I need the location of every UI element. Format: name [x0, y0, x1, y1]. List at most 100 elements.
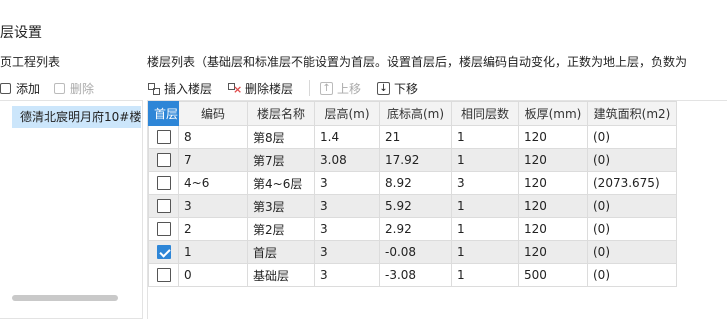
first-floor-checkbox[interactable] [156, 176, 171, 191]
horizontal-scrollbar[interactable] [12, 295, 118, 301]
floor-table-header-row: 首层 编码 楼层名称 层高(m) 底标高(m) 相同层数 板厚(mm) 建筑面积… [148, 101, 677, 126]
bottom-elevation-cell[interactable]: 17.92 [379, 148, 452, 172]
height-cell[interactable]: 3 [314, 194, 380, 218]
name-cell[interactable]: 第8层 [247, 125, 315, 149]
same-count-cell[interactable]: 1 [451, 263, 519, 287]
slab-thickness-cell[interactable]: 500 [518, 263, 588, 287]
project-list-item[interactable]: 德清北宸明月府10#楼 [12, 106, 141, 128]
project-list-header: 页工程列表 [0, 55, 61, 69]
delete-project-button[interactable]: 删除 [54, 80, 94, 97]
table-row[interactable]: 8 第8层 1.4 21 1 120 (0) [148, 125, 677, 149]
height-cell[interactable]: 3 [314, 217, 380, 241]
building-area-cell[interactable]: (0) [587, 125, 677, 149]
add-project-button[interactable]: 添加 [0, 80, 40, 97]
first-floor-checkbox[interactable] [156, 153, 171, 168]
height-cell[interactable]: 1.4 [314, 125, 380, 149]
table-row[interactable]: 0 基础层 3 -3.08 1 500 (0) [148, 263, 677, 287]
building-area-cell[interactable]: (0) [587, 217, 677, 241]
column-header-bottom-elevation[interactable]: 底标高(m) [379, 101, 452, 126]
name-cell[interactable]: 第3层 [247, 194, 315, 218]
arrow-up-icon: ↑ [320, 81, 334, 95]
column-header-building-area[interactable]: 建筑面积(m2) [587, 101, 677, 126]
slab-thickness-cell[interactable]: 120 [518, 171, 588, 195]
code-cell[interactable]: 1 [178, 240, 248, 264]
first-floor-checkbox[interactable] [156, 222, 171, 237]
same-count-cell[interactable]: 1 [451, 148, 519, 172]
slab-thickness-cell[interactable]: 120 [518, 194, 588, 218]
code-cell[interactable]: 0 [178, 263, 248, 287]
bottom-elevation-cell[interactable]: 8.92 [379, 171, 452, 195]
building-area-cell[interactable]: (0) [587, 263, 677, 287]
trash-icon [54, 82, 66, 94]
bottom-elevation-cell[interactable]: 2.92 [379, 217, 452, 241]
floor-list-header: 楼层列表（基础层和标准层不能设置为首层。设置首层后，楼层编码自动变化，正数为地上… [147, 55, 688, 69]
first-floor-checkbox[interactable] [156, 268, 171, 283]
same-count-cell[interactable]: 1 [451, 125, 519, 149]
column-header-same-count[interactable]: 相同层数 [451, 101, 519, 126]
bottom-elevation-cell[interactable]: 21 [379, 125, 452, 149]
code-cell[interactable]: 7 [178, 148, 248, 172]
same-count-cell[interactable]: 1 [451, 217, 519, 241]
code-cell[interactable]: 8 [178, 125, 248, 149]
first-floor-cell [148, 125, 179, 149]
height-cell[interactable]: 3.08 [314, 148, 380, 172]
dialog-title: 层设置 [0, 25, 42, 41]
add-icon [0, 82, 11, 94]
column-header-first-floor[interactable]: 首层 [148, 101, 179, 126]
slab-thickness-cell[interactable]: 120 [518, 148, 588, 172]
same-count-cell[interactable]: 1 [451, 194, 519, 218]
building-area-cell[interactable]: (0) [587, 194, 677, 218]
name-cell[interactable]: 首层 [247, 240, 315, 264]
code-cell[interactable]: 4~6 [178, 171, 248, 195]
toolbar-divider [309, 80, 311, 96]
same-count-cell[interactable]: 3 [451, 171, 519, 195]
floor-table-container: 首层 编码 楼层名称 层高(m) 底标高(m) 相同层数 板厚(mm) 建筑面积… [147, 100, 727, 319]
floor-toolbar: 插入楼层 删除楼层 ↑ 上移 ↓ 下移 [147, 77, 434, 99]
move-down-button[interactable]: ↓ 下移 [377, 80, 426, 97]
project-list: 德清北宸明月府10#楼 [0, 100, 143, 319]
first-floor-checkbox[interactable] [156, 130, 171, 145]
name-cell[interactable]: 第4~6层 [247, 171, 315, 195]
table-row[interactable]: 7 第7层 3.08 17.92 1 120 (0) [148, 148, 677, 172]
first-floor-cell [148, 148, 179, 172]
insert-floor-label: 插入楼层 [164, 81, 213, 96]
table-row[interactable]: 2 第2层 3 2.92 1 120 (0) [148, 217, 677, 241]
first-floor-checkbox[interactable] [156, 199, 171, 214]
arrow-down-icon: ↓ [377, 81, 391, 95]
name-cell[interactable]: 第7层 [247, 148, 315, 172]
first-floor-cell [148, 217, 179, 241]
code-cell[interactable]: 3 [178, 194, 248, 218]
column-header-code[interactable]: 编码 [178, 101, 248, 126]
move-up-button[interactable]: ↑ 上移 [320, 80, 369, 97]
slab-thickness-cell[interactable]: 120 [518, 125, 588, 149]
delete-floor-button[interactable]: 删除楼层 [228, 80, 301, 97]
building-area-cell[interactable]: (0) [587, 240, 677, 264]
bottom-elevation-cell[interactable]: -3.08 [379, 263, 452, 287]
column-header-height[interactable]: 层高(m) [314, 101, 380, 126]
first-floor-cell [148, 240, 179, 264]
code-cell[interactable]: 2 [178, 217, 248, 241]
height-cell[interactable]: 3 [314, 263, 380, 287]
table-row[interactable]: 1 首层 3 -0.08 1 120 (0) [148, 240, 677, 264]
first-floor-checkbox[interactable] [156, 245, 171, 260]
insert-floor-button[interactable]: 插入楼层 [147, 80, 220, 97]
column-header-name[interactable]: 楼层名称 [247, 101, 315, 126]
name-cell[interactable]: 第2层 [247, 217, 315, 241]
project-toolbar: 添加 删除 [0, 77, 143, 99]
building-area-cell[interactable]: (2073.675) [587, 171, 677, 195]
first-floor-cell [148, 263, 179, 287]
name-cell[interactable]: 基础层 [247, 263, 315, 287]
first-floor-cell [148, 194, 179, 218]
slab-thickness-cell[interactable]: 120 [518, 240, 588, 264]
table-row[interactable]: 3 第3层 3 5.92 1 120 (0) [148, 194, 677, 218]
table-row[interactable]: 4~6 第4~6层 3 8.92 3 120 (2073.675) [148, 171, 677, 195]
same-count-cell[interactable]: 1 [451, 240, 519, 264]
height-cell[interactable]: 3 [314, 240, 380, 264]
column-header-slab-thickness[interactable]: 板厚(mm) [518, 101, 588, 126]
bottom-elevation-cell[interactable]: -0.08 [379, 240, 452, 264]
building-area-cell[interactable]: (0) [587, 148, 677, 172]
slab-thickness-cell[interactable]: 120 [518, 217, 588, 241]
bottom-elevation-cell[interactable]: 5.92 [379, 194, 452, 218]
floor-table: 首层 编码 楼层名称 层高(m) 底标高(m) 相同层数 板厚(mm) 建筑面积… [148, 101, 677, 287]
height-cell[interactable]: 3 [314, 171, 380, 195]
